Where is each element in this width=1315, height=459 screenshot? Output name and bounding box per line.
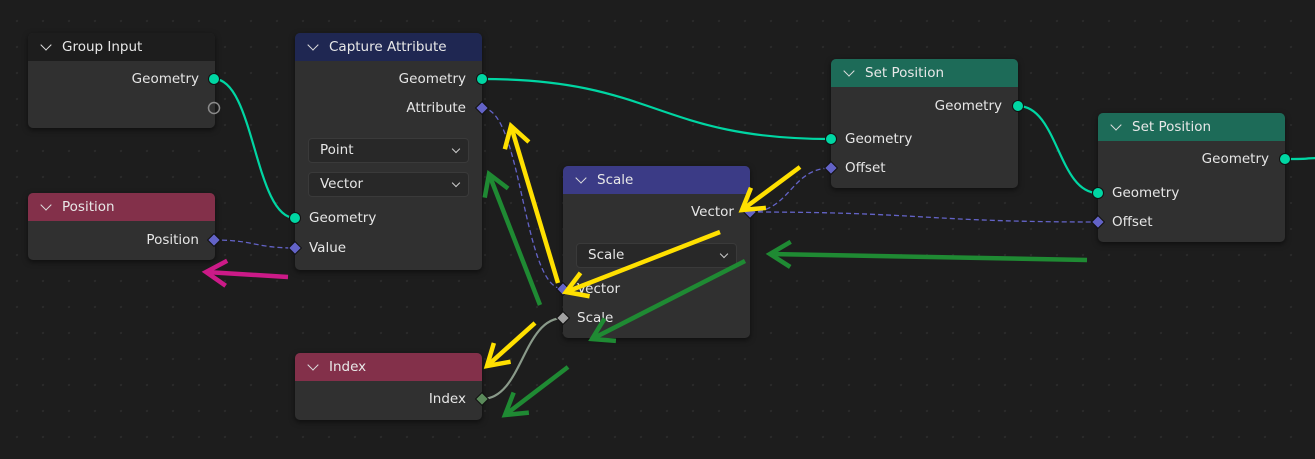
float-socket[interactable] (555, 310, 571, 326)
geometry-socket[interactable] (476, 73, 488, 85)
geometry-socket[interactable] (1012, 100, 1024, 112)
geometry-socket[interactable] (825, 133, 837, 145)
vector-socket[interactable] (1090, 214, 1106, 230)
int-socket[interactable] (474, 391, 490, 407)
geometry-socket[interactable] (1092, 187, 1104, 199)
geometry-socket[interactable] (289, 212, 301, 224)
geometry-socket[interactable] (208, 73, 220, 85)
sockets-and-annotations (201, 73, 1291, 418)
geometry-socket[interactable] (1279, 153, 1291, 165)
vector-socket[interactable] (287, 240, 303, 256)
empty-socket[interactable] (207, 101, 221, 115)
annotation-arrow-icon (483, 321, 537, 369)
vector-socket[interactable] (823, 160, 839, 176)
annotation-arrow-icon (738, 165, 802, 213)
vector-socket[interactable] (474, 100, 490, 116)
annotation-arrow-icon (201, 258, 289, 288)
annotation-arrow-icon (502, 121, 561, 284)
annotation-arrow-icon (501, 365, 570, 418)
vector-socket[interactable] (206, 232, 222, 248)
annotation-arrow-icon (765, 239, 1088, 269)
